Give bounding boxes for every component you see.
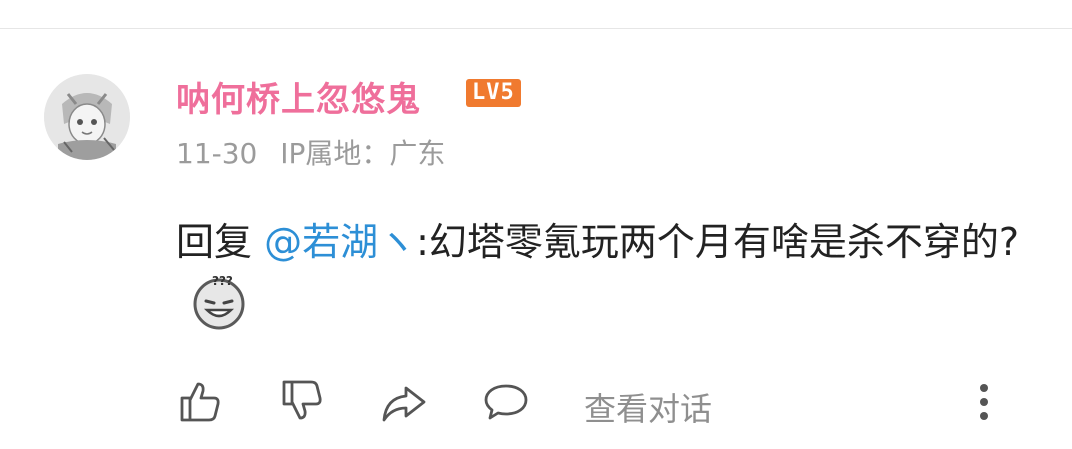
comment-date: 11-30 — [176, 137, 258, 170]
top-divider — [0, 28, 1072, 29]
comment-icon[interactable] — [482, 378, 530, 426]
level-badge: LV5 — [466, 79, 521, 107]
comment-body: 回复 @若湖ヽ:幻塔零氪玩两个月有啥是杀不穿的? ??? — [176, 212, 1036, 334]
ip-location: IP属地：广东 — [280, 137, 446, 170]
share-icon[interactable] — [380, 378, 428, 426]
confused-thinking-emoji: ??? — [193, 274, 245, 329]
comment-meta: 11-30 IP属地：广东 — [176, 132, 445, 172]
view-conversation-button[interactable]: 查看对话 — [584, 384, 712, 430]
thumbs-down-icon[interactable] — [278, 378, 326, 426]
avatar[interactable] — [44, 74, 130, 160]
comment-actions: 查看对话 — [176, 378, 1016, 430]
svg-text:???: ??? — [212, 274, 233, 288]
username[interactable]: 呐何桥上忽悠鬼 — [176, 72, 421, 121]
reply-prefix: 回复 — [176, 220, 265, 264]
thumbs-up-icon[interactable] — [176, 378, 224, 426]
comment-text: :幻塔零氪玩两个月有啥是杀不穿的? — [416, 220, 1020, 264]
mention-link[interactable]: @若湖ヽ — [264, 220, 416, 264]
more-vertical-icon[interactable] — [974, 380, 994, 424]
avatar-illustration — [44, 74, 130, 160]
